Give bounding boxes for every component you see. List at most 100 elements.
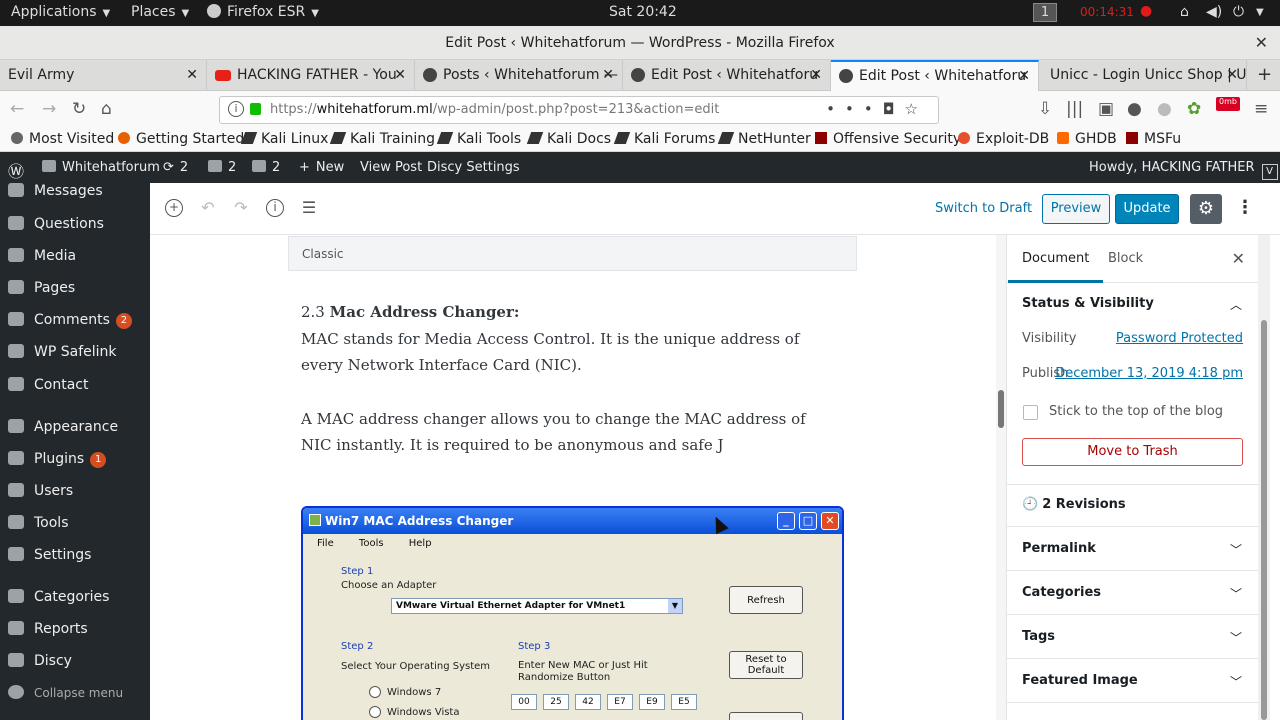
switch-to-draft-button[interactable]: Switch to Draft xyxy=(935,201,1032,216)
bookmark-kali-docs[interactable]: Kali Docs xyxy=(526,131,611,147)
reload-button[interactable]: ↻ xyxy=(72,99,86,119)
extension-icon[interactable]: ✿ xyxy=(1187,99,1201,119)
categories-panel-toggle[interactable]: Categories xyxy=(1022,585,1101,600)
bookmark-ghdb[interactable]: GHDB xyxy=(1057,131,1117,147)
bookmark-nethunter[interactable]: NetHunter xyxy=(717,131,811,147)
sidebar-item-pages[interactable]: Pages xyxy=(8,280,75,296)
preview-button[interactable]: Preview xyxy=(1042,194,1110,224)
add-block-icon[interactable]: + xyxy=(165,199,183,217)
sidebar-item-tools[interactable]: Tools xyxy=(8,515,69,531)
permalink-panel-toggle[interactable]: Permalink xyxy=(1022,541,1096,556)
comments-link[interactable]: 2 xyxy=(208,160,236,175)
paragraph-mac-definition[interactable]: MAC stands for Media Access Control. It … xyxy=(301,326,841,378)
tab-block[interactable]: Block xyxy=(1108,251,1143,266)
bookmark-kali-training[interactable]: Kali Training xyxy=(329,131,435,147)
wordpress-logo-icon[interactable]: Ⓦ xyxy=(8,158,24,182)
sidebar-item-contact[interactable]: Contact xyxy=(8,377,88,393)
tab-posts[interactable]: Posts ‹ Whitehatforum — ✕ xyxy=(415,60,623,91)
tags-panel-toggle[interactable]: Tags xyxy=(1022,629,1055,644)
settings-gear-icon[interactable]: ⚙ xyxy=(1190,194,1222,224)
close-icon[interactable]: ✕ xyxy=(1255,26,1268,60)
scrollbar-thumb[interactable] xyxy=(1261,320,1267,720)
bookmark-exploit-db[interactable]: Exploit-DB xyxy=(958,131,1049,147)
close-icon[interactable]: ✕ xyxy=(602,60,614,91)
close-icon[interactable]: ✕ xyxy=(1226,60,1238,91)
featured-image-panel-toggle[interactable]: Featured Image xyxy=(1022,673,1138,688)
abp-icon[interactable]: ● xyxy=(1157,99,1172,119)
url-text[interactable]: https://whitehatforum.ml/wp-admin/post.p… xyxy=(270,102,719,117)
lock-icon[interactable] xyxy=(250,103,261,115)
library-icon[interactable]: ||| xyxy=(1066,99,1083,119)
close-icon[interactable]: ✕ xyxy=(186,60,198,91)
pocket-icon[interactable]: ◘ xyxy=(883,100,905,118)
chevron-down-icon[interactable]: ﹀ xyxy=(1230,629,1242,646)
bookmark-star-icon[interactable]: ☆ xyxy=(905,100,928,118)
bookmark-msfu[interactable]: MSFu xyxy=(1126,131,1181,147)
redo-icon[interactable]: ↷ xyxy=(232,199,250,217)
sidebar-item-comments[interactable]: Comments 2 xyxy=(8,312,132,329)
settings-scrollbar[interactable] xyxy=(1258,235,1270,720)
bookmark-kali-forums[interactable]: Kali Forums xyxy=(613,131,715,147)
sidebar-item-questions[interactable]: Questions xyxy=(8,216,104,232)
mac-changer-screenshot-image[interactable]: Win7 MAC Address Changer _ □ ✕ File Tool… xyxy=(301,506,844,720)
sidebar-icon[interactable]: ▣ xyxy=(1098,99,1114,119)
stick-to-top-checkbox[interactable] xyxy=(1023,405,1038,420)
move-to-trash-button[interactable]: Move to Trash xyxy=(1022,438,1243,466)
more-options-icon[interactable]: ⋮ xyxy=(1236,197,1254,218)
block-navigation-icon[interactable]: ☰ xyxy=(300,199,318,217)
close-icon[interactable]: ✕ xyxy=(1018,62,1030,91)
revisions-link[interactable]: 🕘 2 Revisions xyxy=(1022,497,1126,512)
new-tab-button[interactable]: + xyxy=(1257,64,1272,85)
tab-document[interactable]: Document xyxy=(1007,251,1104,283)
paragraph-mac-changer[interactable]: A MAC address changer allows you to chan… xyxy=(301,406,841,458)
sidebar-item-users[interactable]: Users xyxy=(8,483,73,499)
visibility-toggle[interactable]: Password Protected xyxy=(1116,331,1243,346)
home-button[interactable]: ⌂ xyxy=(101,99,112,119)
tab-evil-army[interactable]: Evil Army ✕ xyxy=(0,60,207,91)
site-name-link[interactable]: Whitehatforum xyxy=(42,160,160,175)
view-post-link[interactable]: View Post xyxy=(360,160,422,175)
network-icon[interactable]: ⌂ xyxy=(1180,4,1189,20)
sidebar-item-media[interactable]: Media xyxy=(8,248,76,264)
classic-block-toolbar[interactable]: Classic xyxy=(288,236,857,271)
chevron-down-icon[interactable]: ﹀ xyxy=(1230,541,1242,558)
undo-icon[interactable]: ↶ xyxy=(199,199,217,217)
pending-link[interactable]: 2 xyxy=(252,160,280,175)
bookmark-offensive-security[interactable]: Offensive Security xyxy=(815,131,961,147)
page-actions[interactable]: •••◘☆ xyxy=(826,100,928,118)
chevron-down-icon[interactable]: ﹀ xyxy=(1230,585,1242,602)
howdy-user[interactable]: Howdy, HACKING FATHER V xyxy=(1089,160,1278,180)
close-icon[interactable]: ✕ xyxy=(1232,249,1245,268)
chevron-up-icon[interactable]: ︿ xyxy=(1230,296,1242,313)
sidebar-item-messages[interactable]: Messages xyxy=(8,183,103,199)
close-icon[interactable]: ✕ xyxy=(394,60,406,91)
chevron-down-icon[interactable]: ▼ xyxy=(1256,7,1264,18)
bookmark-kali-tools[interactable]: Kali Tools xyxy=(436,131,521,147)
info-icon[interactable]: i xyxy=(228,101,244,117)
sidebar-item-discy[interactable]: Discy xyxy=(8,653,72,669)
info-icon[interactable]: i xyxy=(266,199,284,217)
update-button[interactable]: Update xyxy=(1115,194,1179,224)
sidebar-item-categories[interactable]: Categories xyxy=(8,589,109,605)
sidebar-item-wp-safelink[interactable]: WP Safelink xyxy=(8,344,117,360)
tab-unicc[interactable]: Unicc - Login Unicc Shop | U ✕ xyxy=(1039,60,1247,91)
firefox-app-menu[interactable]: Firefox ESR ▼ xyxy=(207,4,319,20)
forward-button[interactable]: → xyxy=(42,99,56,119)
publish-date-toggle[interactable]: December 13, 2019 4:18 pm xyxy=(1055,366,1243,381)
bookmark-getting-started[interactable]: Getting Started xyxy=(118,131,244,147)
applications-menu[interactable]: Applications ▼ xyxy=(11,4,110,20)
menu-icon[interactable]: ≡ xyxy=(1254,99,1268,119)
sidebar-item-settings[interactable]: Settings xyxy=(8,547,91,563)
tab-edit-post-active[interactable]: Edit Post ‹ Whitehatforu ✕ xyxy=(831,60,1039,91)
extension-icon[interactable]: ● xyxy=(1127,99,1142,119)
bookmark-most-visited[interactable]: Most Visited xyxy=(11,131,114,147)
scrollbar-thumb[interactable] xyxy=(998,390,1004,428)
new-content-link[interactable]: + New xyxy=(299,160,344,175)
download-icon[interactable]: ⇩ xyxy=(1038,99,1052,119)
power-icon[interactable]: ⏻ xyxy=(1233,4,1244,20)
section-heading[interactable]: 2.3 Mac Address Changer: xyxy=(301,299,841,325)
chevron-down-icon[interactable]: ﹀ xyxy=(1230,673,1242,690)
back-button[interactable]: ← xyxy=(10,99,24,119)
url-bar[interactable]: i https://whitehatforum.ml/wp-admin/post… xyxy=(219,96,939,124)
sidebar-item-plugins[interactable]: Plugins 1 xyxy=(8,451,107,468)
